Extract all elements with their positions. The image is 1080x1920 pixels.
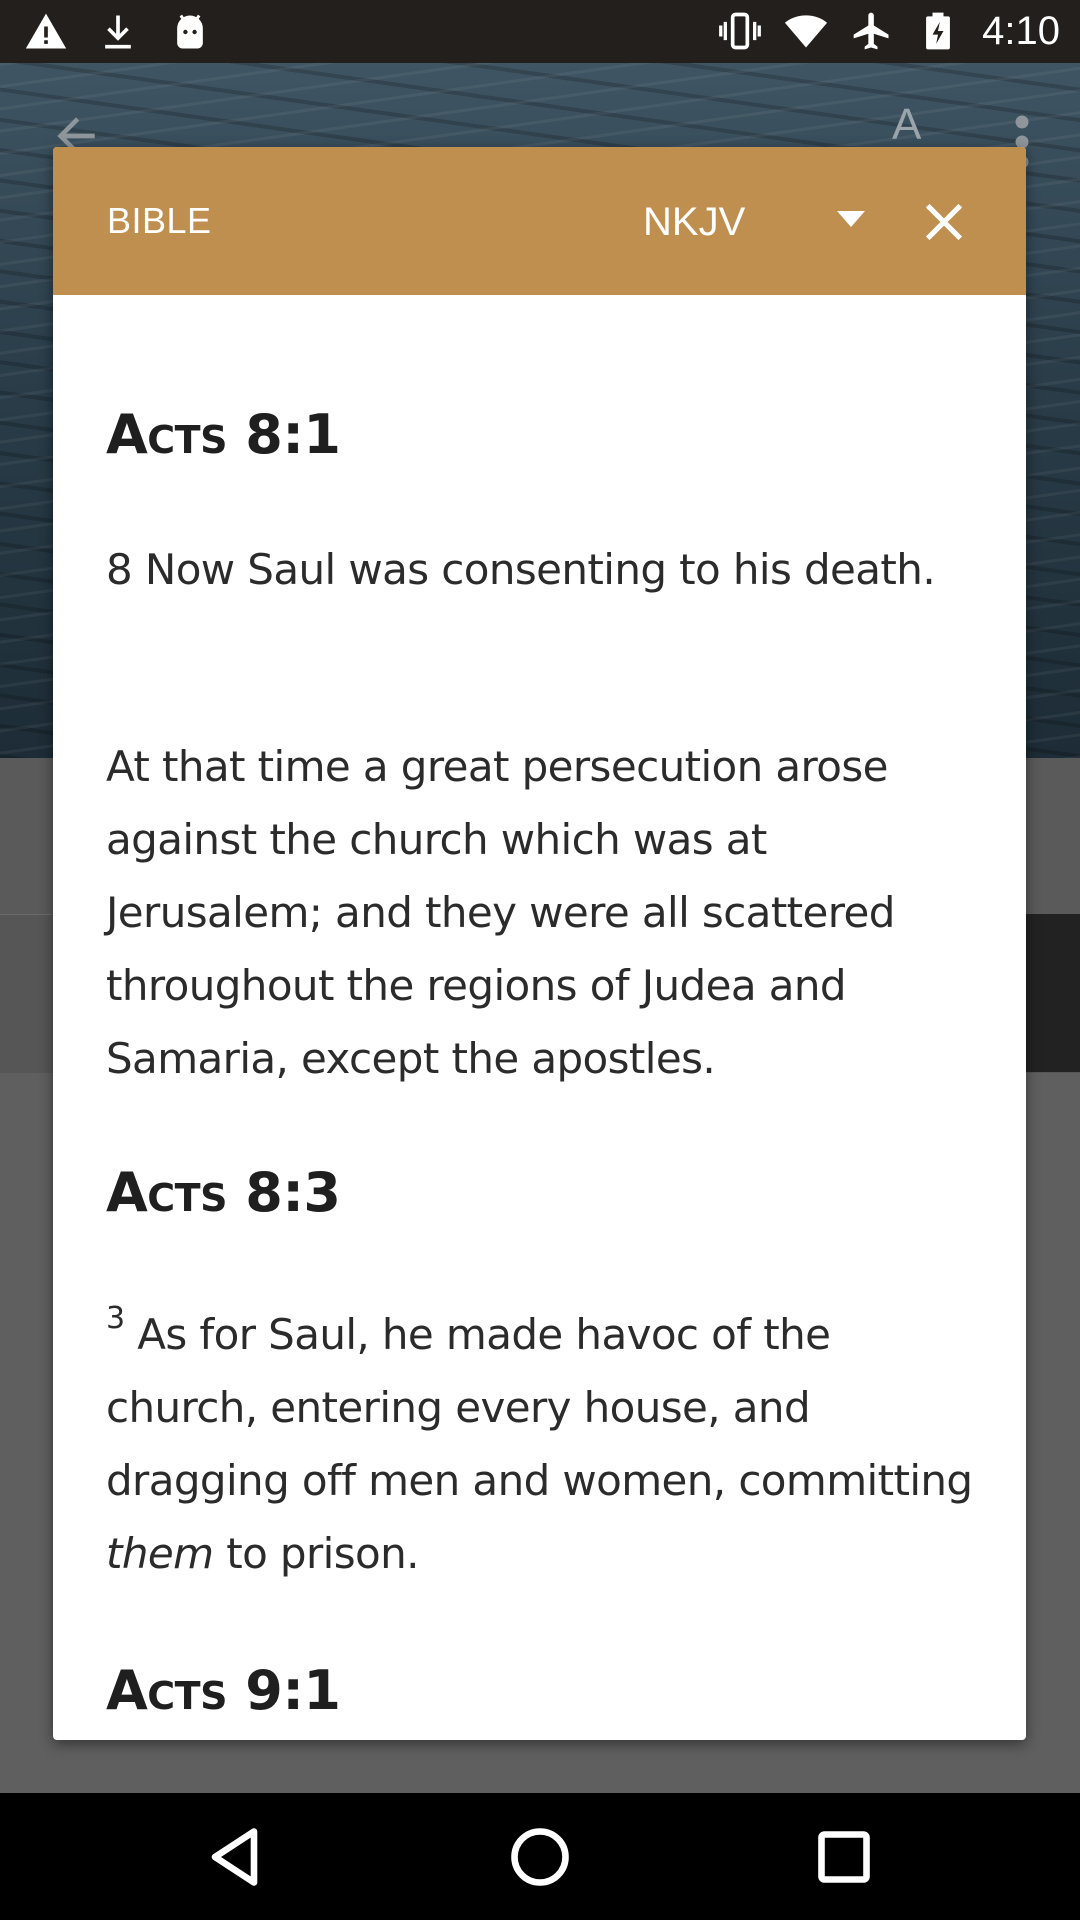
verse-segment: As for Saul, he made havoc of the church… — [106, 1310, 973, 1505]
wifi-icon — [785, 15, 828, 48]
triangle-down-icon — [837, 211, 865, 227]
verse-segment: to prison. — [213, 1529, 419, 1578]
bible-dialog: BIBLE NKJV Acts 8:1 8 Now Saul was conse… — [53, 147, 1026, 1740]
nav-back-button[interactable] — [200, 1821, 272, 1893]
nav-home-button[interactable] — [504, 1821, 576, 1893]
home-circle-icon — [511, 1828, 569, 1886]
version-label: NKJV — [643, 200, 746, 244]
airplane-icon — [853, 12, 889, 50]
navigation-bar — [0, 1793, 1080, 1920]
download-icon — [105, 15, 131, 49]
font-size-button[interactable]: A — [892, 100, 921, 150]
status-left-icons — [24, 10, 212, 54]
verse-italic: them — [106, 1529, 214, 1578]
warning-icon — [25, 13, 67, 49]
verse-text: At that time a great persecution arose a… — [106, 742, 895, 1083]
passage-reference: Acts 8:3 — [106, 1161, 341, 1224]
status-bar: 4:10 — [0, 0, 1080, 63]
verse-text: 3 As for Saul, he made havoc of the chur… — [106, 1298, 986, 1590]
recents-square-icon — [818, 1831, 870, 1883]
android-icon — [177, 14, 203, 49]
verse-text: 8 Now Saul was consenting to his death. — [106, 545, 936, 594]
passage-reference: Acts 9:1 — [106, 1659, 341, 1722]
nav-recents-button[interactable] — [808, 1821, 880, 1893]
vibrate-icon — [719, 12, 762, 50]
background-row-edge — [1026, 914, 1080, 1072]
battery-icon — [926, 12, 951, 50]
verse-number: 3 — [106, 1301, 125, 1336]
passage-list[interactable]: Acts 8:1 8 Now Saul was consenting to hi… — [53, 295, 1026, 1740]
status-right-icons: 4:10 — [718, 8, 1060, 54]
dialog-title: BIBLE — [107, 200, 212, 241]
dialog-header: BIBLE NKJV — [53, 147, 1026, 295]
passage-reference: Acts 8:1 — [106, 403, 341, 466]
back-triangle-icon — [211, 1828, 258, 1886]
close-button[interactable] — [913, 191, 975, 253]
version-dropdown[interactable]: NKJV — [573, 183, 883, 259]
status-time: 4:10 — [982, 9, 1060, 53]
close-icon — [925, 203, 963, 241]
